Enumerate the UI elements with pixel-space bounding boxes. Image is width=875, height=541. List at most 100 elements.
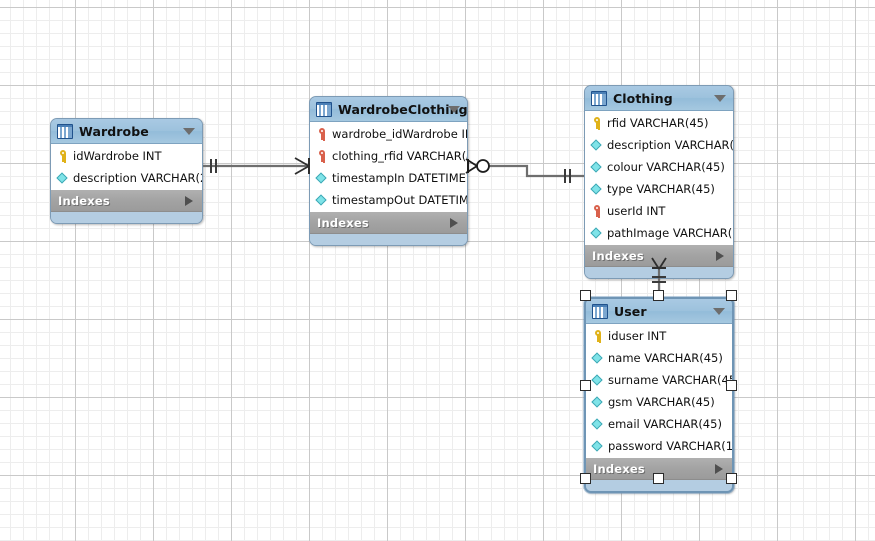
resize-handle-middle-left[interactable] (580, 380, 591, 391)
column-list: iduser INT name VARCHAR(45) surname VARC… (586, 324, 732, 457)
table-wardrobe[interactable]: Wardrobe idWardrobe INT description VARC… (50, 118, 203, 224)
column-icon (592, 417, 604, 431)
table-row[interactable]: pathImage VARCHAR(255) (585, 222, 733, 244)
column-icon (591, 226, 603, 240)
column-label: description VARCHAR(45) (607, 138, 734, 152)
resize-handle-top-left[interactable] (580, 290, 591, 301)
column-icon (592, 351, 604, 365)
er-diagram-canvas[interactable]: Wardrobe idWardrobe INT description VARC… (0, 0, 875, 541)
column-label: idWardrobe INT (73, 149, 162, 163)
resize-handle-bottom-left[interactable] (580, 473, 591, 484)
resize-handle-top-right[interactable] (726, 290, 737, 301)
column-icon (316, 171, 328, 185)
primary-key-icon (592, 329, 604, 343)
relationship-connectors (203, 157, 667, 297)
table-title: Wardrobe (79, 123, 149, 139)
chevron-down-icon[interactable] (448, 106, 460, 113)
column-list: wardrobe_idWardrobe INT clothing_rfid VA… (310, 122, 467, 211)
table-row[interactable]: type VARCHAR(45) (585, 178, 733, 200)
table-footer (585, 267, 733, 278)
chevron-down-icon[interactable] (183, 128, 195, 135)
resize-handle-bottom-right[interactable] (726, 473, 737, 484)
chevron-right-icon[interactable] (715, 464, 723, 474)
column-label: timestampOut DATETIME (332, 193, 468, 207)
column-icon (591, 160, 603, 174)
table-clothing[interactable]: Clothing rfid VARCHAR(45) description VA… (584, 85, 734, 279)
table-row[interactable]: userId INT (585, 200, 733, 222)
indexes-label: Indexes (593, 461, 645, 476)
table-row[interactable]: email VARCHAR(45) (586, 413, 732, 435)
column-label: pathImage VARCHAR(255) (607, 226, 733, 240)
table-row[interactable]: name VARCHAR(45) (586, 347, 732, 369)
table-footer (310, 234, 467, 245)
table-row[interactable]: timestampOut DATETIME (310, 189, 467, 211)
column-label: userId INT (607, 204, 666, 218)
indexes-label: Indexes (58, 193, 110, 208)
table-title: Clothing (613, 90, 673, 106)
column-label: iduser INT (608, 329, 667, 343)
indexes-label: Indexes (317, 215, 369, 230)
column-label: name VARCHAR(45) (608, 351, 723, 365)
indexes-section-wardrobeclothing[interactable]: Indexes (310, 211, 467, 234)
table-row[interactable]: iduser INT (586, 325, 732, 347)
table-user[interactable]: User iduser INT name VARCHAR(45) surname… (584, 297, 734, 493)
primary-key-icon (591, 116, 603, 130)
foreign-primary-key-icon (316, 127, 328, 141)
column-label: password VARCHAR(150) (608, 439, 734, 453)
column-icon (591, 182, 603, 196)
table-wardrobeclothing[interactable]: WardrobeClothing wardrobe_idWardrobe INT… (309, 96, 468, 246)
column-label: rfid VARCHAR(45) (607, 116, 709, 130)
primary-key-icon (57, 149, 69, 163)
table-row[interactable]: wardrobe_idWardrobe INT (310, 123, 467, 145)
table-row[interactable]: rfid VARCHAR(45) (585, 112, 733, 134)
column-label: timestampIn DATETIME (332, 171, 466, 185)
column-label: description VARCHAR(255) (73, 171, 202, 185)
resize-handle-bottom-center[interactable] (653, 473, 664, 484)
chevron-down-icon[interactable] (713, 308, 725, 315)
table-icon (316, 101, 332, 117)
table-icon (57, 123, 73, 139)
table-row[interactable]: timestampIn DATETIME (310, 167, 467, 189)
column-icon (591, 138, 603, 152)
column-icon (592, 439, 604, 453)
table-row[interactable]: gsm VARCHAR(45) (586, 391, 732, 413)
indexes-section-clothing[interactable]: Indexes (585, 244, 733, 267)
foreign-key-icon (591, 204, 603, 218)
table-header-wardrobeclothing[interactable]: WardrobeClothing (310, 97, 467, 122)
table-header-clothing[interactable]: Clothing (585, 86, 733, 111)
table-row[interactable]: colour VARCHAR(45) (585, 156, 733, 178)
column-label: colour VARCHAR(45) (607, 160, 725, 174)
resize-handle-middle-right[interactable] (726, 380, 737, 391)
table-footer (51, 212, 202, 223)
column-label: surname VARCHAR(45) (608, 373, 734, 387)
column-list: idWardrobe INT description VARCHAR(255) (51, 144, 202, 189)
table-icon (592, 303, 608, 319)
column-icon (57, 171, 69, 185)
column-icon (592, 395, 604, 409)
column-label: wardrobe_idWardrobe INT (332, 127, 468, 141)
column-icon (592, 373, 604, 387)
column-label: type VARCHAR(45) (607, 182, 715, 196)
resize-handle-top-center[interactable] (653, 290, 664, 301)
chevron-right-icon[interactable] (450, 218, 458, 228)
chevron-right-icon[interactable] (185, 196, 193, 206)
chevron-right-icon[interactable] (716, 251, 724, 261)
column-label: email VARCHAR(45) (608, 417, 722, 431)
chevron-down-icon[interactable] (714, 95, 726, 102)
table-row[interactable]: description VARCHAR(45) (585, 134, 733, 156)
table-row[interactable]: clothing_rfid VARCHAR(45) (310, 145, 467, 167)
indexes-section-wardrobe[interactable]: Indexes (51, 189, 202, 212)
column-list: rfid VARCHAR(45) description VARCHAR(45)… (585, 111, 733, 244)
table-header-user[interactable]: User (586, 299, 732, 324)
column-label: clothing_rfid VARCHAR(45) (332, 149, 467, 163)
table-row[interactable]: idWardrobe INT (51, 145, 202, 167)
table-icon (591, 90, 607, 106)
relationship-wardrobeclothing-clothing (465, 158, 584, 183)
table-row[interactable]: surname VARCHAR(45) (586, 369, 732, 391)
table-header-wardrobe[interactable]: Wardrobe (51, 119, 202, 144)
relationship-wardrobe-wardrobeclothing (203, 157, 310, 175)
table-title: User (614, 303, 647, 319)
column-label: gsm VARCHAR(45) (608, 395, 715, 409)
table-row[interactable]: password VARCHAR(150) (586, 435, 732, 457)
table-row[interactable]: description VARCHAR(255) (51, 167, 202, 189)
